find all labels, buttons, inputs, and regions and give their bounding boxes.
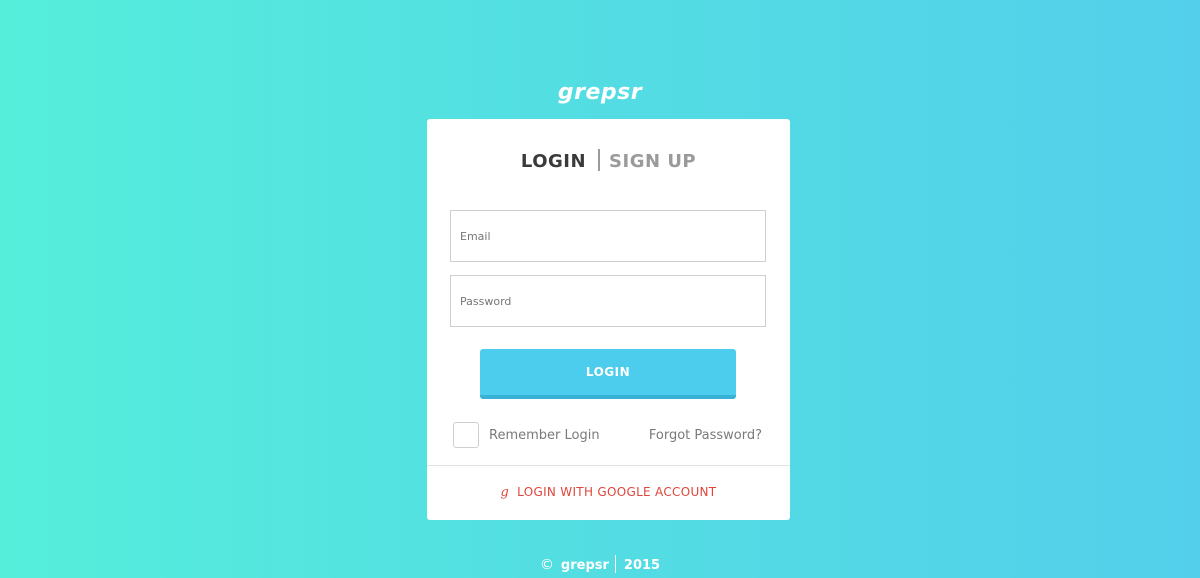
login-card: LOGIN SIGN UP LOGIN Remember Login Forgot… xyxy=(427,119,790,520)
divider xyxy=(427,465,790,466)
grepsr-logo: grepsr xyxy=(557,80,643,105)
remember-label: Remember Login xyxy=(489,427,600,443)
google-login-link[interactable]: g LOGIN WITH GOOGLE ACCOUNT xyxy=(427,485,790,500)
forgot-password-link[interactable]: Forgot Password? xyxy=(649,428,762,443)
google-login-label: LOGIN WITH GOOGLE ACCOUNT xyxy=(517,485,717,499)
footer: © grepsr 2015 xyxy=(0,555,1200,573)
password-input[interactable] xyxy=(451,276,750,326)
password-field[interactable] xyxy=(450,275,766,327)
remember-login[interactable]: Remember Login xyxy=(453,422,600,448)
login-button[interactable]: LOGIN xyxy=(480,349,736,399)
footer-separator xyxy=(614,555,616,573)
auth-tabs: LOGIN SIGN UP xyxy=(427,149,790,172)
email-input[interactable] xyxy=(451,211,750,261)
remember-checkbox[interactable] xyxy=(453,422,479,448)
tab-login[interactable]: LOGIN xyxy=(521,151,586,172)
tab-separator xyxy=(598,149,601,171)
google-icon: g xyxy=(500,485,510,500)
footer-brand: grepsr xyxy=(560,558,609,573)
tab-signup[interactable]: SIGN UP xyxy=(609,151,696,172)
email-field[interactable] xyxy=(450,210,766,262)
footer-year: 2015 xyxy=(623,558,661,573)
copyright-icon: © xyxy=(539,557,554,573)
